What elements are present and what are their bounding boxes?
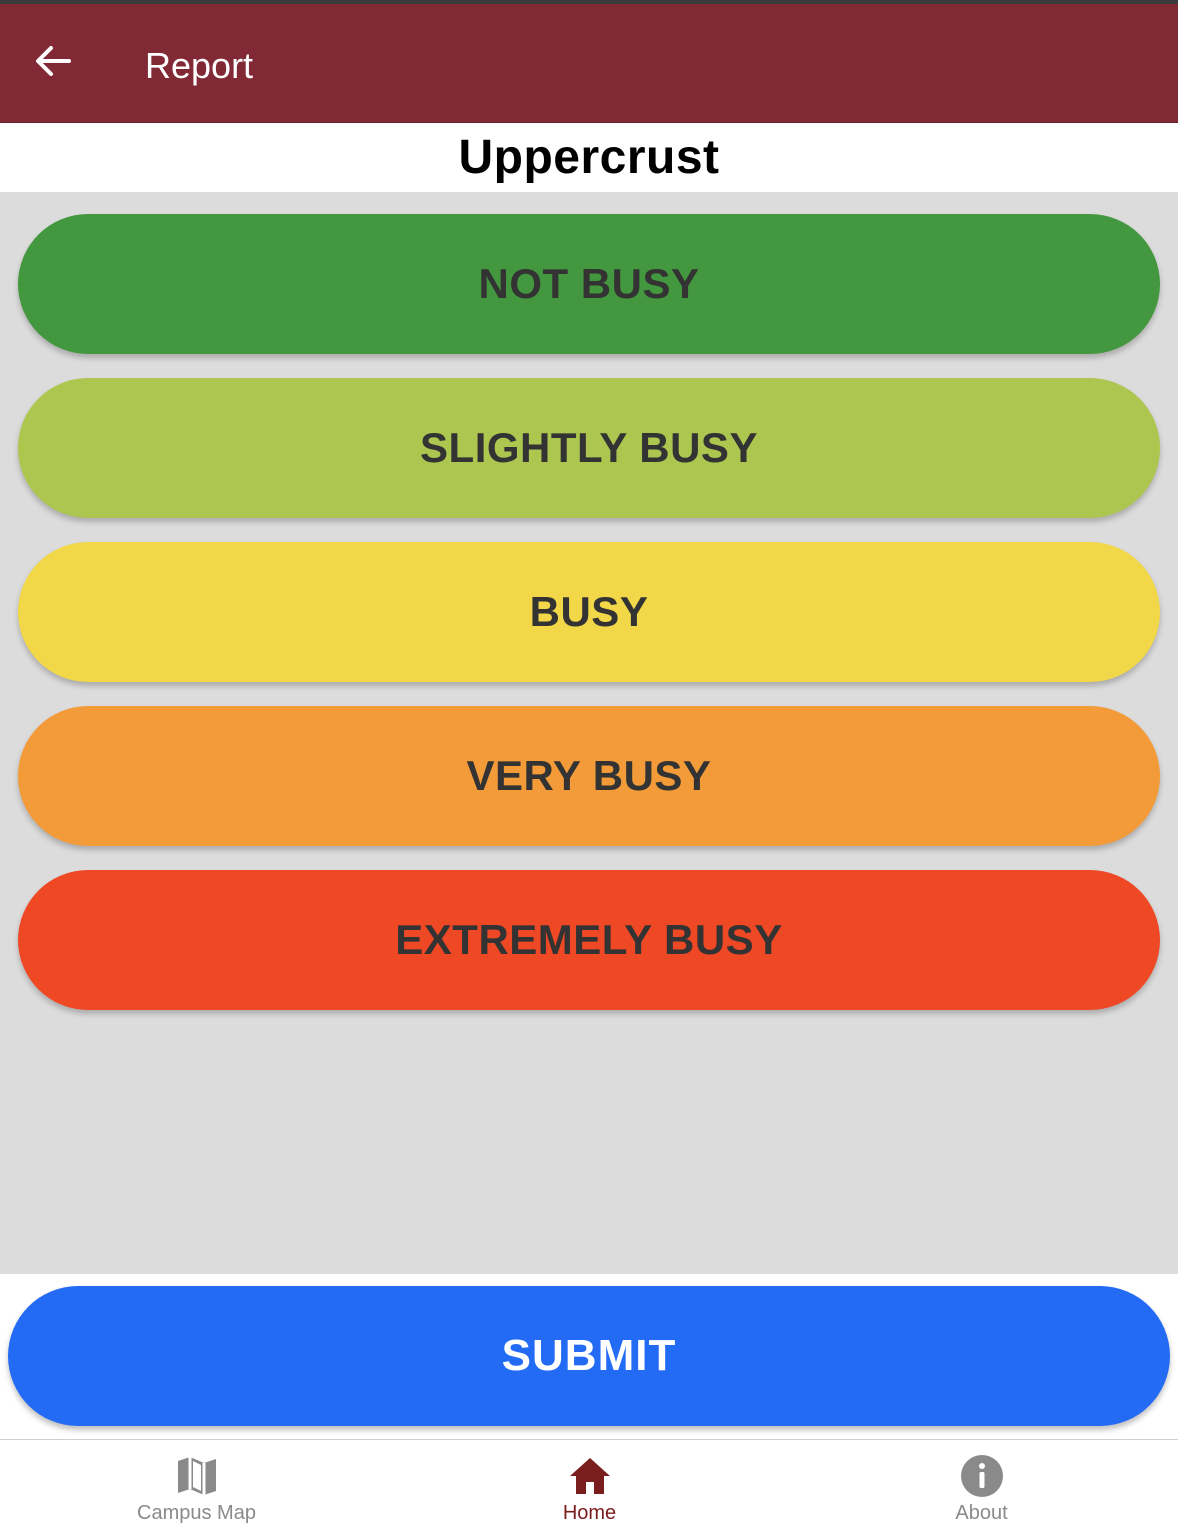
info-icon — [960, 1455, 1003, 1497]
tab-home[interactable]: Home — [393, 1440, 786, 1537]
busyness-options: NOT BUSY SLIGHTLY BUSY BUSY VERY BUSY EX… — [18, 214, 1160, 1034]
submit-button[interactable]: SUBMIT — [8, 1286, 1170, 1426]
submit-label: SUBMIT — [501, 1331, 677, 1380]
tab-label: About — [955, 1502, 1008, 1524]
option-extremely-busy[interactable]: EXTREMELY BUSY — [18, 870, 1160, 1010]
arrow-left-icon — [36, 46, 71, 76]
back-button[interactable] — [26, 34, 80, 88]
place-title: Uppercrust — [458, 131, 720, 184]
option-not-busy[interactable]: NOT BUSY — [18, 214, 1160, 354]
option-busy[interactable]: BUSY — [18, 542, 1160, 682]
option-slightly-busy[interactable]: SLIGHTLY BUSY — [18, 378, 1160, 518]
option-very-busy[interactable]: VERY BUSY — [18, 706, 1160, 846]
app-header: Report — [0, 4, 1178, 123]
option-label: SLIGHTLY BUSY — [420, 424, 758, 471]
header-title: Report — [145, 45, 254, 86]
option-label: BUSY — [529, 588, 649, 635]
map-icon — [177, 1457, 216, 1495]
option-label: VERY BUSY — [466, 752, 712, 799]
tab-campus-map[interactable]: Campus Map — [0, 1440, 393, 1537]
tab-label: Campus Map — [137, 1502, 256, 1524]
tab-label: Home — [562, 1502, 617, 1524]
home-icon — [569, 1458, 610, 1494]
option-label: NOT BUSY — [478, 260, 700, 307]
place-title-bar: Uppercrust — [0, 123, 1178, 192]
option-label: EXTREMELY BUSY — [395, 916, 783, 963]
bottom-tab-bar: Campus Map Home About — [0, 1439, 1178, 1537]
footer-area: SUBMIT Campus Map Home About — [0, 1274, 1178, 1537]
tab-about[interactable]: About — [785, 1440, 1178, 1537]
